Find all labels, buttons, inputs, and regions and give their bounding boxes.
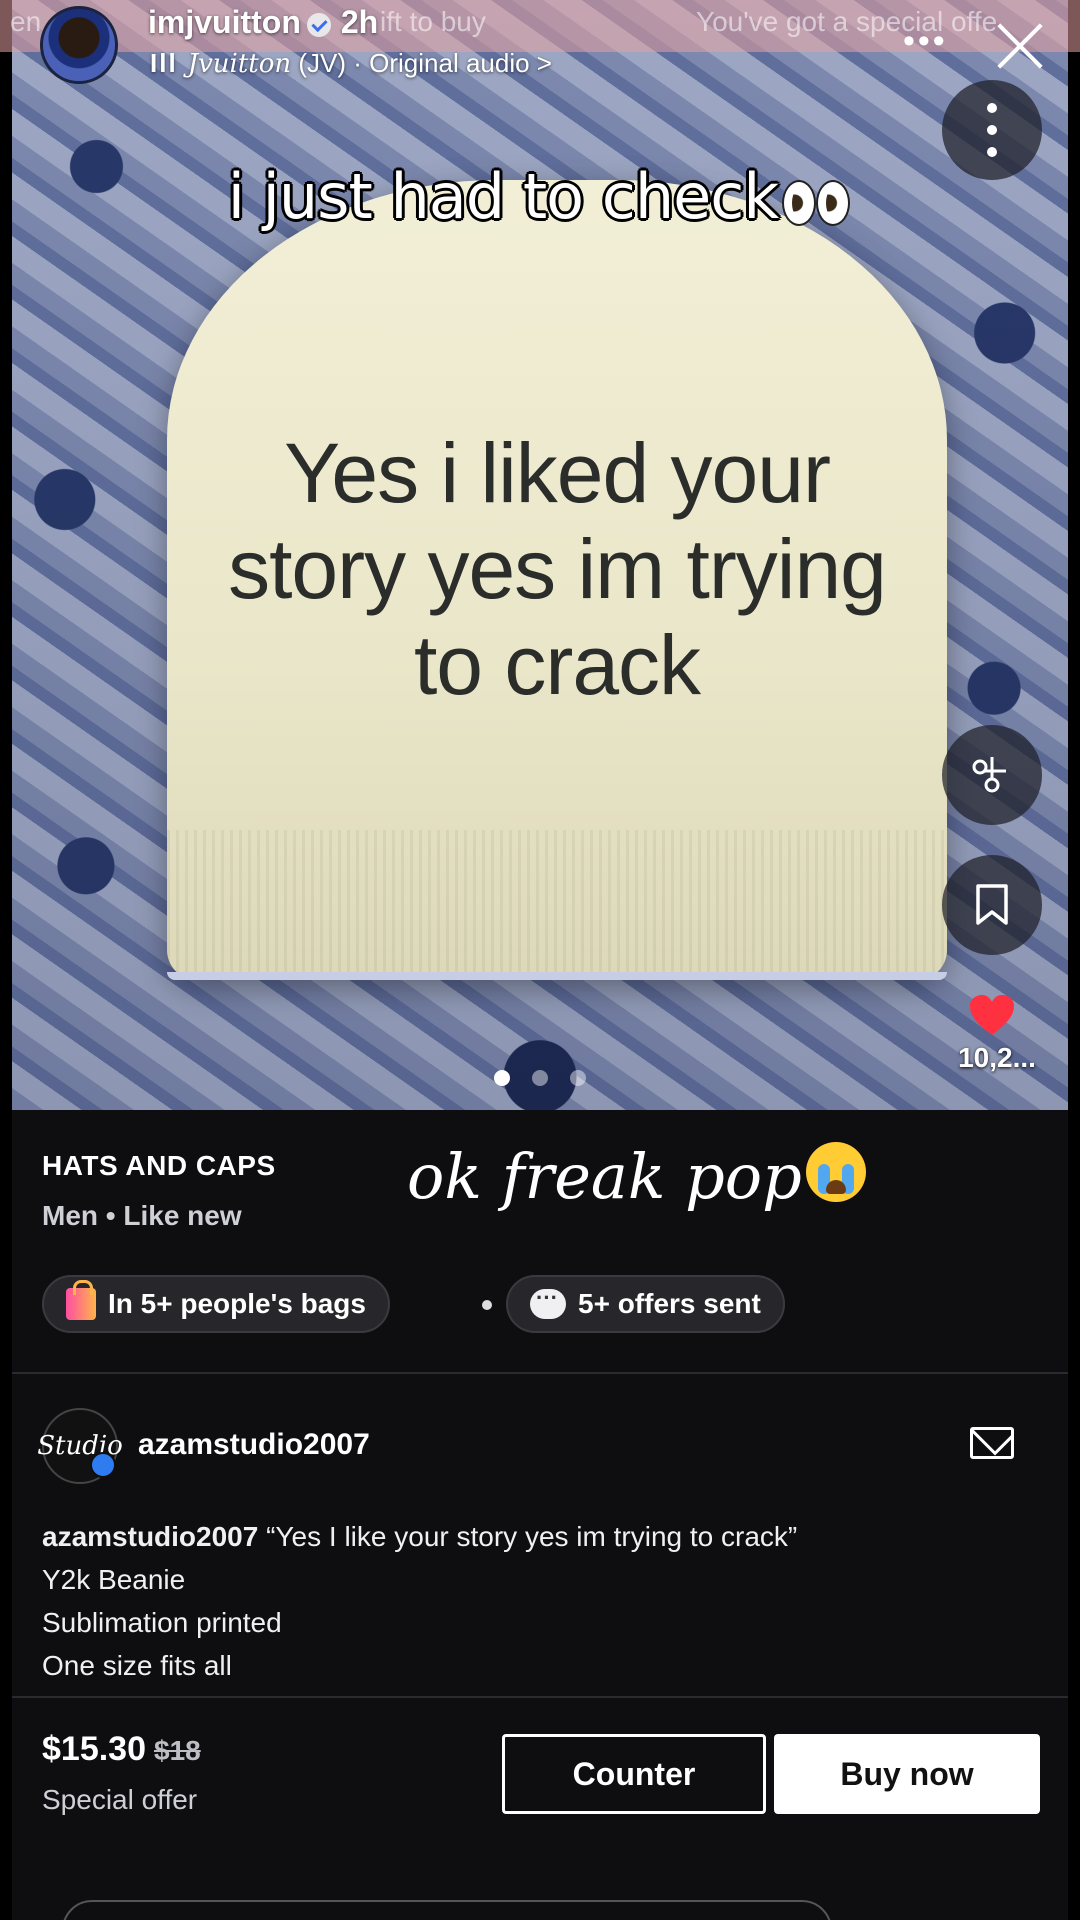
chat-bubble-icon xyxy=(530,1285,566,1319)
kebab-icon xyxy=(987,103,997,157)
divider xyxy=(12,1696,1068,1698)
bags-count-badge: In 5+ people's bags xyxy=(42,1275,390,1333)
reel-caption: i just had to check xyxy=(12,160,1068,233)
buy-now-button[interactable]: Buy now xyxy=(774,1734,1040,1814)
carousel-dot[interactable] xyxy=(494,1070,510,1086)
more-dots-icon[interactable]: ••• xyxy=(903,22,948,61)
bottom-input-bar[interactable] xyxy=(62,1900,832,1920)
product-photo[interactable]: Yes i liked your story yes im trying to … xyxy=(12,0,1068,1110)
reaction-caption: ok freak pop xyxy=(407,1140,866,1213)
description-line: Sublimation printed xyxy=(42,1607,282,1638)
bookmark-icon xyxy=(976,884,1008,925)
special-offer-label: Special offer xyxy=(42,1784,198,1815)
listing-meta: Men • Like new xyxy=(42,1200,242,1231)
share-button[interactable] xyxy=(942,725,1042,825)
heart-icon xyxy=(970,995,1014,1035)
listing-screenshot: Yes i liked your story yes im trying to … xyxy=(12,0,1068,1920)
app-frame: Yes i liked your story yes im trying to … xyxy=(0,0,1080,1920)
listing-description[interactable]: azamstudio2007 “Yes I like your story ye… xyxy=(42,1515,1042,1687)
audio-attribution[interactable]: Ill Jvuitton (JV) · Original audio > xyxy=(150,48,552,79)
carousel-dots xyxy=(12,1070,1068,1091)
current-price: $15.30 xyxy=(42,1730,146,1768)
poster-avatar[interactable] xyxy=(40,6,118,84)
message-seller-icon[interactable] xyxy=(970,1427,1014,1459)
audio-bars-icon: Ill xyxy=(150,48,178,78)
listing-category: HATS AND CAPS xyxy=(42,1150,276,1181)
more-options-button[interactable] xyxy=(942,80,1042,180)
description-line: Y2k Beanie xyxy=(42,1564,186,1595)
divider xyxy=(12,1372,1068,1374)
carousel-dot[interactable] xyxy=(570,1070,586,1086)
description-line: One size fits all xyxy=(42,1650,232,1681)
caption-text: i just had to check xyxy=(227,160,780,233)
original-price: $18 xyxy=(154,1735,201,1766)
shopping-bag-icon xyxy=(66,1280,96,1320)
share-icon xyxy=(972,757,1006,793)
post-time: 2h xyxy=(340,4,379,40)
poster-info[interactable]: imjvuitton 2h xyxy=(148,4,378,41)
seller-username[interactable]: azamstudio2007 xyxy=(138,1428,370,1462)
beanie-print-text: Yes i liked your story yes im trying to … xyxy=(228,426,887,712)
eyes-emoji-icon xyxy=(782,178,852,226)
description-username: azamstudio2007 xyxy=(42,1521,259,1552)
like-count: 10,2... xyxy=(958,1042,1036,1073)
save-button[interactable] xyxy=(942,855,1042,955)
price-block: $15.30 $18 xyxy=(42,1730,201,1769)
carousel-dot[interactable] xyxy=(532,1070,548,1086)
counter-offer-button[interactable]: Counter xyxy=(502,1734,766,1814)
verified-badge-icon xyxy=(306,12,331,37)
beanie-image: Yes i liked your story yes im trying to … xyxy=(167,180,947,980)
separator-dot xyxy=(482,1300,492,1310)
description-quote: “Yes I like your story yes im trying to … xyxy=(266,1521,798,1552)
offers-count-badge: 5+ offers sent xyxy=(506,1275,785,1333)
crying-emoji-icon xyxy=(805,1142,866,1202)
close-icon[interactable] xyxy=(990,14,1050,74)
verified-badge-icon xyxy=(90,1452,116,1478)
poster-username[interactable]: imjvuitton xyxy=(148,4,301,40)
